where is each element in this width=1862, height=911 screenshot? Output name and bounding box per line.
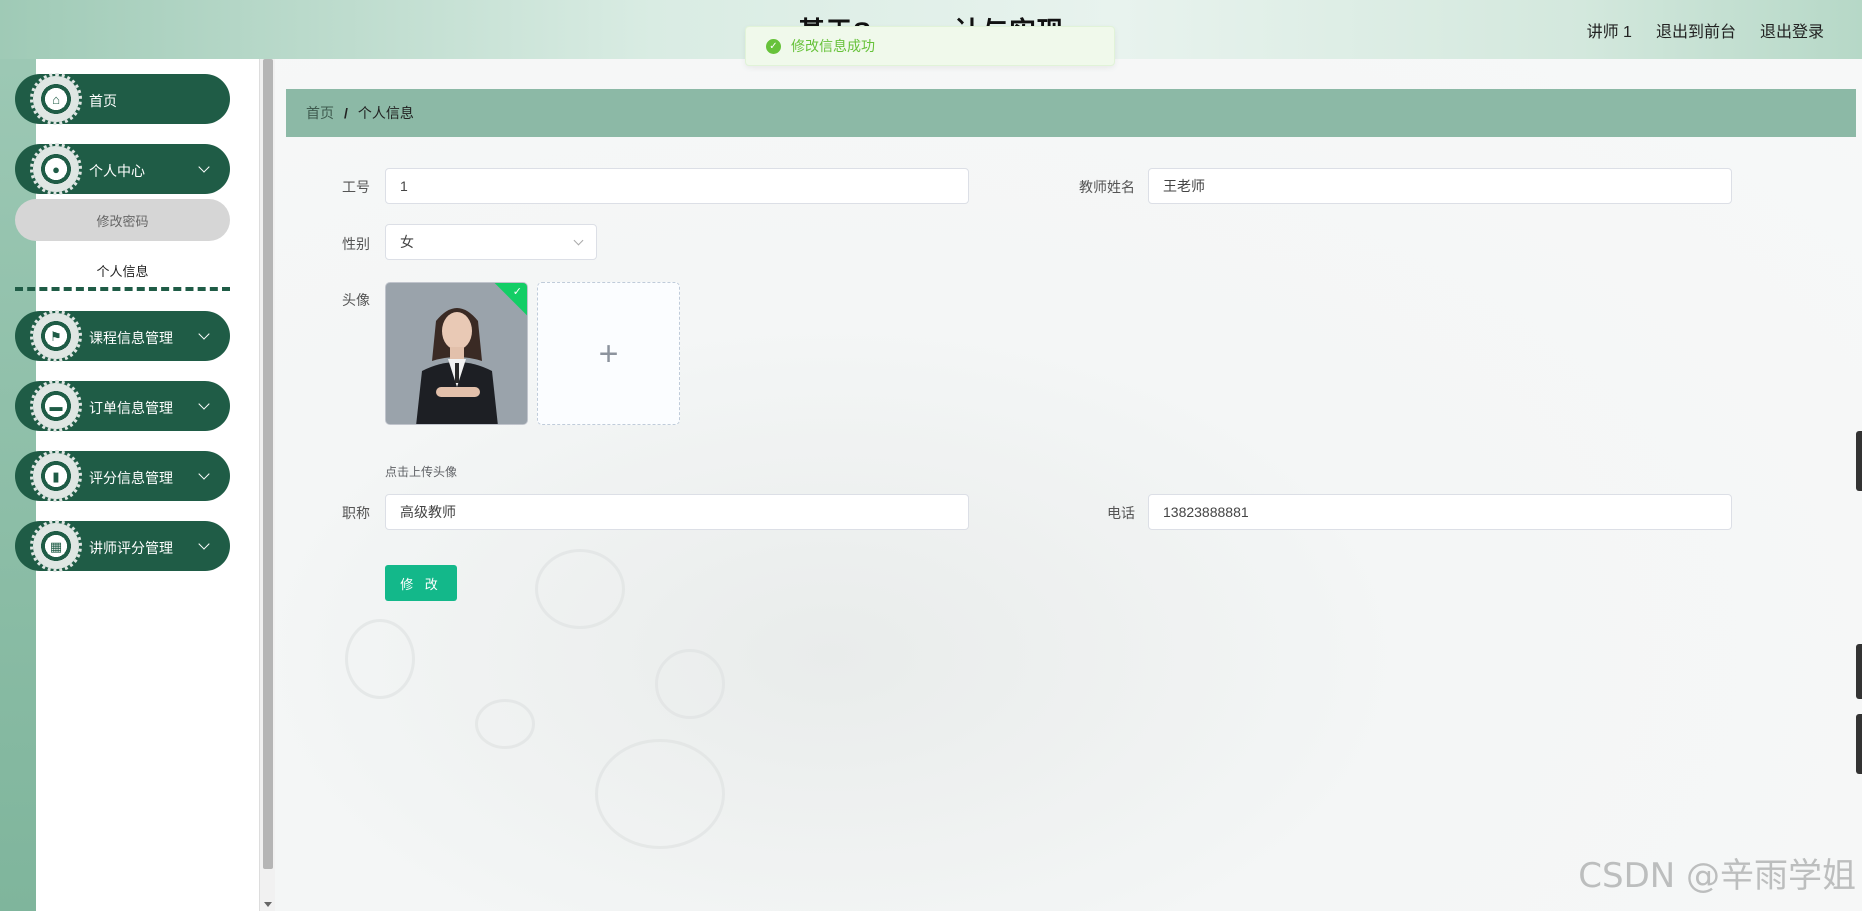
check-circle-icon: ✓	[766, 38, 781, 54]
gender-select[interactable]: 女	[385, 224, 597, 260]
background-decoration	[655, 649, 725, 719]
sidebar-item-rating-management[interactable]: ▮ 评分信息管理	[15, 450, 230, 502]
phone-value: 13823888881	[1163, 504, 1249, 520]
submenu-change-password[interactable]: 修改密码	[15, 199, 230, 241]
toast-message: 修改信息成功	[791, 38, 875, 54]
sidebar-item-label: 订单信息管理	[89, 400, 173, 416]
avatar-upload-button[interactable]: +	[537, 282, 680, 425]
gender-label: 性别	[342, 236, 370, 252]
header-actions: 讲师 1 退出到前台 退出登录	[1587, 0, 1824, 59]
csdn-watermark: CSDN @辛雨学姐	[1578, 856, 1856, 896]
breadcrumb-current: 个人信息	[357, 105, 414, 121]
upload-tip: 点击上传头像	[385, 465, 458, 479]
id-label: 工号	[342, 179, 370, 195]
breadcrumb-home[interactable]: 首页	[306, 103, 334, 123]
id-value: 1	[400, 178, 408, 194]
gender-value: 女	[400, 234, 414, 250]
personal-center-submenu: 修改密码 个人信息	[15, 199, 230, 291]
job-title-field[interactable]: 高级教师	[385, 494, 969, 530]
logout-link[interactable]: 退出登录	[1760, 18, 1824, 42]
sidebar-item-label: 课程信息管理	[89, 330, 173, 346]
success-toast: ✓ 修改信息成功	[745, 26, 1115, 66]
scrollbar-thumb[interactable]	[263, 59, 273, 869]
chevron-down-icon	[198, 328, 210, 340]
back-to-front-link[interactable]: 退出到前台	[1656, 18, 1736, 42]
chevron-down-icon	[573, 235, 584, 246]
check-icon: ✓	[512, 286, 522, 298]
user-icon: ●	[30, 143, 82, 195]
flag-icon: ⚑	[30, 310, 82, 362]
sidebar-item-label: 评分信息管理	[89, 470, 173, 486]
bar-chart-icon: ▮	[30, 450, 82, 502]
teacher-name-field[interactable]: 王老师	[1148, 168, 1732, 204]
background-decoration	[345, 619, 415, 699]
phone-label: 电话	[1107, 505, 1135, 521]
sidebar-item-label: 讲师评分管理	[89, 540, 173, 556]
sidebar-item-course-management[interactable]: ⚑ 课程信息管理	[15, 310, 230, 362]
scroll-down-arrow-icon[interactable]	[264, 902, 272, 907]
avatar-label: 头像	[342, 292, 370, 308]
grid-icon: ▦	[30, 520, 82, 572]
sidebar-scrollbar[interactable]	[259, 59, 275, 911]
background-decoration	[595, 739, 725, 849]
sidebar-item-order-management[interactable]: ▬ 订单信息管理	[15, 380, 230, 432]
edge-tab[interactable]	[1856, 644, 1862, 699]
chevron-down-icon	[198, 538, 210, 550]
phone-field[interactable]: 13823888881	[1148, 494, 1732, 530]
job-title-label: 职称	[342, 505, 370, 521]
chevron-down-icon	[198, 468, 210, 480]
breadcrumb-separator: /	[344, 105, 348, 121]
edge-tab[interactable]	[1856, 431, 1862, 491]
plus-icon: +	[598, 334, 619, 373]
edge-tab[interactable]	[1856, 714, 1862, 774]
home-icon: ⌂	[30, 73, 82, 125]
background-decoration	[475, 699, 535, 749]
avatar-image	[386, 283, 527, 424]
chevron-down-icon	[198, 398, 210, 410]
teacher-name-label: 教师姓名	[1079, 179, 1135, 195]
submit-button[interactable]: 修 改	[385, 565, 457, 601]
background-decoration	[535, 549, 625, 629]
breadcrumb: 首页 / 个人信息	[286, 89, 1856, 137]
monitor-icon: ▬	[30, 380, 82, 432]
job-title-value: 高级教师	[400, 504, 456, 520]
sidebar-item-label: 个人中心	[89, 163, 145, 179]
sidebar-item-label: 首页	[89, 93, 117, 109]
id-field[interactable]: 1	[385, 168, 969, 204]
avatar-thumbnail[interactable]: ✓	[385, 282, 528, 425]
chevron-down-icon	[198, 161, 210, 173]
submenu-personal-info[interactable]: 个人信息	[15, 249, 230, 291]
teacher-name-value: 王老师	[1163, 178, 1205, 194]
sidebar-item-home[interactable]: ⌂ 首页	[15, 73, 230, 125]
active-indicator	[15, 287, 230, 291]
sidebar-item-personal-center[interactable]: ● 个人中心	[15, 143, 230, 195]
sidebar-item-lecturer-rating[interactable]: ▦ 讲师评分管理	[15, 520, 230, 572]
main-content: 首页 / 个人信息 工号 1 教师姓名 王老师 性别 女 头像 ✓ + 点击上传…	[275, 59, 1862, 911]
current-user: 讲师 1	[1586, 23, 1632, 41]
